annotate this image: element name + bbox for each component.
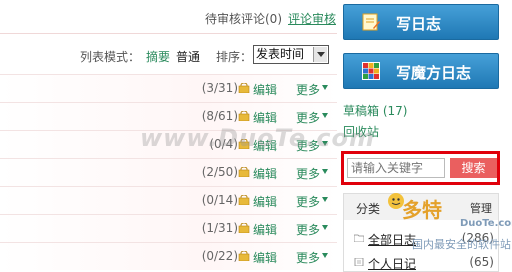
list-mode-bar: 列表模式： 摘要 普通 排序： 发表时间 [0,45,337,67]
comment-count: (2/50) [201,165,238,179]
lock-icon [238,83,250,93]
search-input[interactable] [347,158,445,178]
dropdown-arrow-icon[interactable] [322,113,328,118]
divider [0,33,337,34]
category-name[interactable]: 个人日记 [368,255,416,272]
comment-bar: 待审核评论(0) 评论审核 [0,0,337,34]
drafts-count: (17) [382,104,408,118]
write-magic-blog-label: 写魔方日志 [396,64,472,82]
mode-summary-link[interactable]: 摘要 [146,48,170,65]
lock-icon [238,251,250,261]
category-title: 分类 [356,202,381,216]
table-row: (1/31) 编辑 更多 [0,214,337,242]
comment-count: (0/14) [201,193,238,207]
watermark-tagline: 国内最安全的软件站 [412,238,511,251]
dropdown-arrow-icon[interactable] [322,197,328,202]
list-mode-label: 列表模式： [80,50,141,64]
comment-review-link[interactable]: 评论审核 [288,10,336,27]
dropdown-arrow-icon[interactable] [322,253,328,258]
more-link[interactable]: 更多 [296,165,320,182]
dropdown-arrow-icon[interactable] [322,85,328,90]
lock-icon [238,167,250,177]
magic-cube-icon [362,62,380,80]
dropdown-arrow-icon[interactable] [322,169,328,174]
edit-link[interactable]: 编辑 [253,193,277,210]
folder-icon [354,234,364,242]
lock-icon [238,195,250,205]
more-link[interactable]: 更多 [296,81,320,98]
article-rows: (3/31) 编辑 更多 (8/61) 编辑 更多 (0/4) 编辑 更多 (2… [0,74,337,270]
table-row: (2/50) 编辑 更多 [0,158,337,186]
category-manage-link[interactable]: 管理 [470,200,492,216]
edit-link[interactable]: 编辑 [253,221,277,238]
watermark-brand: 多特 [402,198,442,222]
document-icon [354,258,364,266]
comment-count: (3/31) [201,81,238,95]
more-link[interactable]: 更多 [296,249,320,266]
write-blog-button[interactable]: 写日志 [343,4,499,40]
more-link[interactable]: 更多 [296,193,320,210]
table-row: (0/22) 编辑 更多 [0,242,337,270]
drafts-link[interactable]: 草稿箱 (17) [343,102,407,119]
pending-comments-text: 待审核评论(0) [205,12,282,26]
sort-select-value: 发表时间 [256,47,305,61]
comment-count: (1/31) [201,221,238,235]
edit-link[interactable]: 编辑 [253,249,277,266]
write-blog-label: 写日志 [396,15,442,33]
category-count: (65) [469,255,494,269]
watermark-domain: DuoTe.com [460,218,512,229]
edit-link[interactable]: 编辑 [253,81,277,98]
lock-icon [238,111,250,121]
lock-icon [238,223,250,233]
chevron-down-icon[interactable] [313,47,327,62]
mode-normal-option[interactable]: 普通 [176,48,200,65]
drafts-label: 草稿箱 [343,104,380,118]
comment-count: (0/22) [201,249,238,263]
comment-count: (8/61) [201,109,238,123]
edit-link[interactable]: 编辑 [253,165,277,182]
sort-select[interactable]: 发表时间 [253,45,329,64]
table-row: (3/31) 编辑 更多 [0,74,337,102]
dropdown-arrow-icon[interactable] [322,225,328,230]
search-box: 搜索 [341,151,500,185]
sort-label: 排序： [216,50,253,64]
search-button[interactable]: 搜索 [450,158,497,178]
category-item[interactable]: 个人日记 (65) [354,254,494,272]
category-name[interactable]: 全部日志 [368,231,416,248]
write-magic-blog-button[interactable]: 写魔方日志 [343,53,499,89]
table-row: (0/14) 编辑 更多 [0,186,337,214]
more-link[interactable]: 更多 [296,221,320,238]
watermark-text: www.DuoTe.com [140,124,375,152]
pencil-icon [362,13,380,31]
